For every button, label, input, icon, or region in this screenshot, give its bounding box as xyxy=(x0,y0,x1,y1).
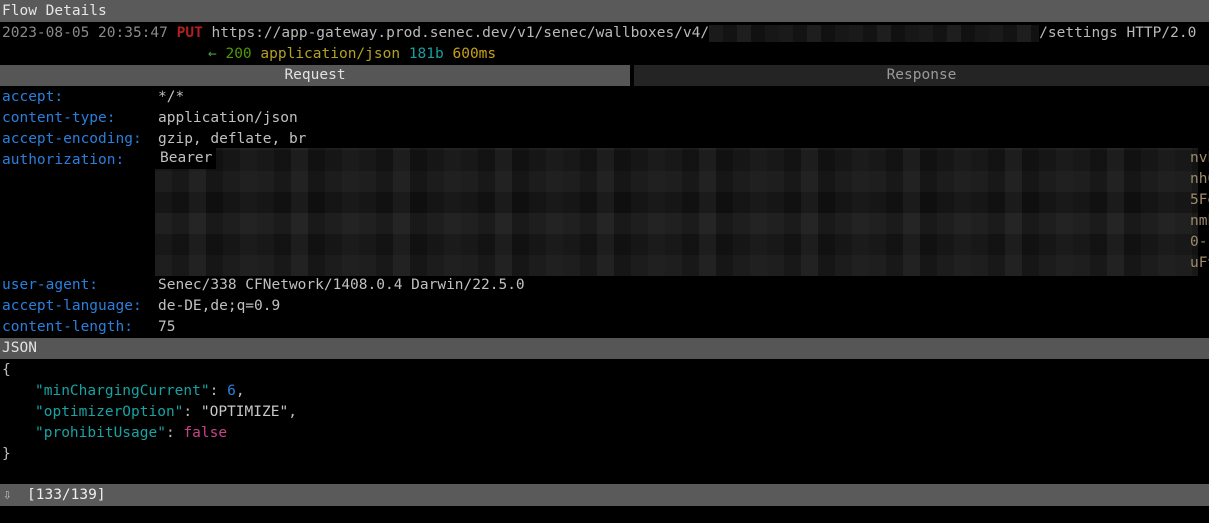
header-name: accept-encoding: xyxy=(2,131,142,147)
request-url-prefix: https://app-gateway.prod.senec.dev/v1/se… xyxy=(211,25,710,41)
json-line: "minChargingCurrent": 6, xyxy=(0,381,1209,402)
response-duration: 600ms xyxy=(452,46,497,62)
redacted-wallbox-id xyxy=(709,24,1040,42)
json-token: "prohibitUsage" xyxy=(35,425,166,441)
header-value: application/json xyxy=(158,110,298,126)
json-line: } xyxy=(0,444,1209,465)
flow-timestamp: 2023-08-05 20:35:47 xyxy=(2,25,168,41)
json-token: : xyxy=(165,425,184,441)
response-summary-line: ← 200 application/json 181b 600ms xyxy=(0,44,1209,65)
json-token: 6 xyxy=(227,383,236,399)
response-content-type: application/json xyxy=(260,46,401,62)
tab-response[interactable]: Response xyxy=(634,65,1209,86)
redacted-authorization-token xyxy=(155,148,1198,276)
token-fragment: nh0 xyxy=(1190,171,1209,187)
header-row: accept-language: de-DE,de;q=0.9 xyxy=(0,296,1209,317)
json-token: } xyxy=(2,446,11,462)
response-arrow-icon: ← xyxy=(208,46,217,62)
header-name: authorization: xyxy=(2,152,125,168)
header-name: accept: xyxy=(2,89,64,105)
token-fragment: uFv xyxy=(1190,255,1209,271)
bottom-filler xyxy=(0,506,1209,523)
json-token: : xyxy=(183,404,201,420)
token-fragment: 0-1 xyxy=(1190,234,1209,250)
token-fragment: 5Fe xyxy=(1190,192,1209,208)
json-token: "optimizerOption" xyxy=(35,404,184,420)
header-row: accept-encoding: gzip, deflate, br xyxy=(0,129,1209,150)
json-token: , xyxy=(235,383,245,399)
header-name: content-type: xyxy=(2,110,116,126)
body-format-bar[interactable]: JSON xyxy=(0,338,1209,359)
header-value: Senec/338 CFNetwork/1408.0.4 Darwin/22.5… xyxy=(158,277,525,293)
download-arrow-icon: ⇩ xyxy=(3,487,12,503)
json-token: false xyxy=(183,425,228,441)
request-method: PUT xyxy=(176,25,203,41)
json-line: "prohibitUsage": false xyxy=(0,423,1209,444)
tab-request-label: Request xyxy=(284,67,346,83)
response-status-code: 200 xyxy=(225,46,252,62)
header-name: content-length: xyxy=(2,319,133,335)
header-value: 75 xyxy=(158,319,176,335)
json-line: "optimizerOption": "OPTIMIZE", xyxy=(0,402,1209,423)
header-row: accept: */* xyxy=(0,87,1209,108)
token-fragment: nmb xyxy=(1190,213,1209,229)
json-token: : xyxy=(209,383,228,399)
json-token: , xyxy=(288,404,297,420)
header-row: content-type: application/json xyxy=(0,108,1209,129)
header-row: content-length: 75 xyxy=(0,317,1209,338)
json-token: { xyxy=(2,362,11,378)
header-value: gzip, deflate, br xyxy=(158,131,307,147)
request-body-json: {"minChargingCurrent": 6, "optimizerOptio… xyxy=(0,360,1209,465)
header-row: user-agent: Senec/338 CFNetwork/1408.0.4 … xyxy=(0,275,1209,296)
header-name: accept-language: xyxy=(2,298,142,314)
header-value: */* xyxy=(158,89,185,105)
window-title-bar: Flow Details xyxy=(0,0,1209,22)
flow-counter: [133/139] xyxy=(27,487,106,503)
token-fragment: nvb xyxy=(1190,150,1209,166)
page-title: Flow Details xyxy=(2,3,107,19)
authorization-scheme-label: Bearer xyxy=(155,148,217,169)
response-size: 181b xyxy=(408,46,444,62)
request-line: 2023-08-05 20:35:47 PUT https://app-gate… xyxy=(0,23,1209,44)
header-value: de-DE,de;q=0.9 xyxy=(158,298,281,314)
tab-request[interactable]: Request xyxy=(0,65,630,86)
body-format-label: JSON xyxy=(2,340,37,356)
json-token: "minChargingCurrent" xyxy=(35,383,210,399)
status-bar: ⇩ [133/139] xyxy=(0,484,1209,506)
header-name: user-agent: xyxy=(2,277,99,293)
json-line: { xyxy=(0,360,1209,381)
request-url-suffix: /settings xyxy=(1039,25,1118,41)
tab-response-label: Response xyxy=(886,67,957,83)
pixelated-token-block xyxy=(155,148,1198,276)
request-headers-bottom: user-agent: Senec/338 CFNetwork/1408.0.4 … xyxy=(0,275,1209,338)
flow-details-window: Flow Details 2023-08-05 20:35:47 PUT htt… xyxy=(0,0,1209,523)
http-version: HTTP/2.0 xyxy=(1126,25,1197,41)
json-token: "OPTIMIZE" xyxy=(200,404,289,420)
flow-tabs: Request Response xyxy=(0,65,1209,86)
